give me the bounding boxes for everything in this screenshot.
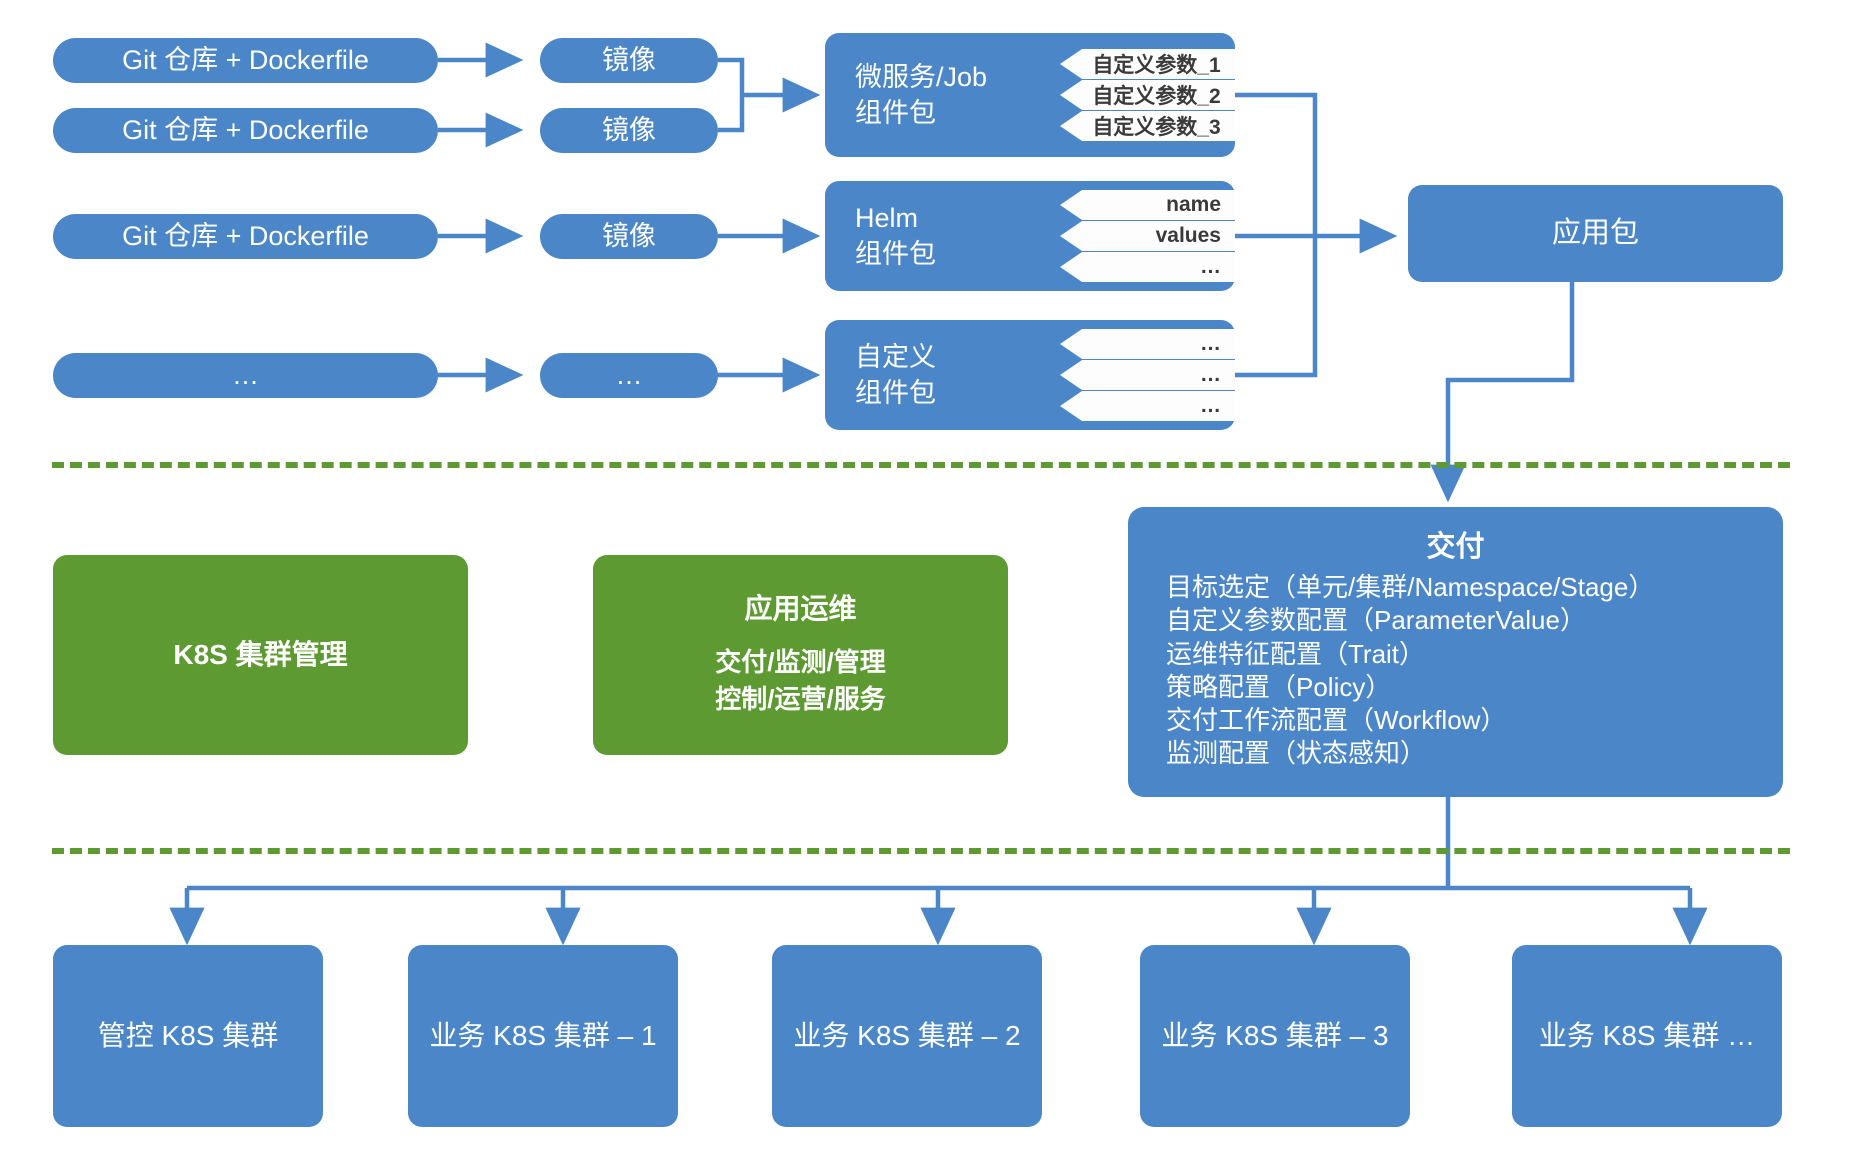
cluster-business-2[interactable]: 业务 K8S 集群 – 2: [772, 945, 1042, 1127]
source-repo-3-label: Git 仓库 + Dockerfile: [122, 220, 369, 251]
param-chip-label: …: [1200, 363, 1221, 386]
source-repo-4[interactable]: …: [53, 353, 438, 398]
source-repo-2-label: Git 仓库 + Dockerfile: [122, 114, 369, 145]
param-chip[interactable]: …: [1060, 360, 1235, 390]
platform-k8s-cluster-management[interactable]: K8S 集群管理: [53, 555, 468, 755]
param-chip[interactable]: 自定义参数_3: [1060, 111, 1235, 141]
image-1-label: 镜像: [602, 44, 656, 75]
image-2-label: 镜像: [602, 114, 656, 145]
component-package-microservice-title: 微服务/Job 组件包: [855, 61, 988, 128]
wire-img12-merge: [718, 57, 745, 133]
component-package-microservice-params: 自定义参数_1 自定义参数_2 自定义参数_3: [1060, 49, 1235, 141]
wire-pkg1-bus: [1235, 92, 1318, 236]
application-package-label: 应用包: [1551, 217, 1639, 250]
image-3[interactable]: 镜像: [540, 214, 718, 259]
source-repo-2[interactable]: Git 仓库 + Dockerfile: [53, 108, 438, 153]
delivery-line: 运维特征配置（Trait）: [1166, 638, 1426, 669]
application-package[interactable]: 应用包: [1408, 185, 1783, 282]
param-chip[interactable]: values: [1060, 221, 1235, 251]
param-chip[interactable]: …: [1060, 391, 1235, 421]
param-chip-label: …: [1200, 332, 1221, 355]
param-chip[interactable]: …: [1060, 329, 1235, 359]
delivery-title: 交付: [1426, 531, 1485, 563]
component-package-helm-params: name values …: [1060, 190, 1235, 282]
param-chip-label: …: [1200, 255, 1221, 278]
cluster-business-1-label: 业务 K8S 集群 – 1: [429, 1019, 657, 1051]
delivery-line: 监测配置（状态感知）: [1166, 738, 1427, 769]
platform-app-ops-title: 应用运维: [744, 592, 857, 624]
delivery-line: 策略配置（Policy）: [1166, 671, 1392, 702]
source-repo-1[interactable]: Git 仓库 + Dockerfile: [53, 38, 438, 83]
divider-build-platform: [52, 462, 1790, 468]
param-chip[interactable]: …: [1060, 252, 1235, 282]
param-chip-label: 自定义参数_3: [1092, 116, 1221, 139]
cluster-control-plane-label: 管控 K8S 集群: [97, 1019, 279, 1051]
delivery-line: 目标选定（单元/集群/Namespace/Stage）: [1166, 572, 1655, 602]
param-chip[interactable]: 自定义参数_2: [1060, 80, 1235, 110]
platform-app-ops[interactable]: 应用运维 交付/监测/管理 控制/运营/服务: [593, 555, 1008, 755]
image-4[interactable]: …: [540, 353, 718, 398]
source-repo-4-label: …: [232, 359, 259, 390]
param-chip-label: 自定义参数_2: [1092, 85, 1221, 108]
cluster-business-more-label: 业务 K8S 集群 …: [1538, 1019, 1756, 1051]
image-2[interactable]: 镜像: [540, 108, 718, 153]
platform-app-ops-sub: 交付/监测/管理 控制/运营/服务: [715, 646, 886, 715]
source-repo-3[interactable]: Git 仓库 + Dockerfile: [53, 214, 438, 259]
component-package-custom[interactable]: 自定义 组件包 … … …: [825, 320, 1235, 430]
cluster-control-plane[interactable]: 管控 K8S 集群: [53, 945, 323, 1127]
cluster-business-3-label: 业务 K8S 集群 – 3: [1161, 1019, 1389, 1051]
diagram-canvas: Git 仓库 + Dockerfile Git 仓库 + Dockerfile …: [0, 0, 1852, 1158]
component-package-helm-title: Helm 组件包: [855, 202, 936, 269]
param-chip[interactable]: 自定义参数_1: [1060, 49, 1235, 79]
delivery-line: 自定义参数配置（ParameterValue）: [1166, 605, 1586, 636]
source-repo-1-label: Git 仓库 + Dockerfile: [122, 44, 369, 75]
component-package-custom-title: 自定义 组件包: [855, 341, 936, 408]
divider-platform-clusters: [52, 848, 1790, 854]
cluster-business-2-label: 业务 K8S 集群 – 2: [793, 1019, 1021, 1051]
param-chip-label: 自定义参数_1: [1092, 54, 1221, 77]
delivery-line: 交付工作流配置（Workflow）: [1166, 705, 1507, 736]
wire-pkg3-bus: [1235, 236, 1318, 378]
delivery-panel[interactable]: 交付 目标选定（单元/集群/Namespace/Stage） 自定义参数配置（P…: [1128, 507, 1783, 797]
cluster-business-more[interactable]: 业务 K8S 集群 …: [1512, 945, 1782, 1127]
image-1[interactable]: 镜像: [540, 38, 718, 83]
param-chip[interactable]: name: [1060, 190, 1235, 220]
cluster-business-1[interactable]: 业务 K8S 集群 – 1: [408, 945, 678, 1127]
component-package-microservice[interactable]: 微服务/Job 组件包 自定义参数_1 自定义参数_2 自定义参数_3: [825, 33, 1235, 157]
param-chip-label: name: [1166, 193, 1221, 216]
component-package-custom-params: … … …: [1060, 329, 1235, 421]
image-4-label: …: [615, 359, 643, 390]
platform-k8s-cluster-management-title: K8S 集群管理: [173, 638, 348, 670]
component-package-helm[interactable]: Helm 组件包 name values …: [825, 181, 1235, 291]
param-chip-label: …: [1200, 394, 1221, 417]
cluster-business-3[interactable]: 业务 K8S 集群 – 3: [1140, 945, 1410, 1127]
param-chip-label: values: [1155, 224, 1221, 247]
image-3-label: 镜像: [602, 220, 656, 251]
